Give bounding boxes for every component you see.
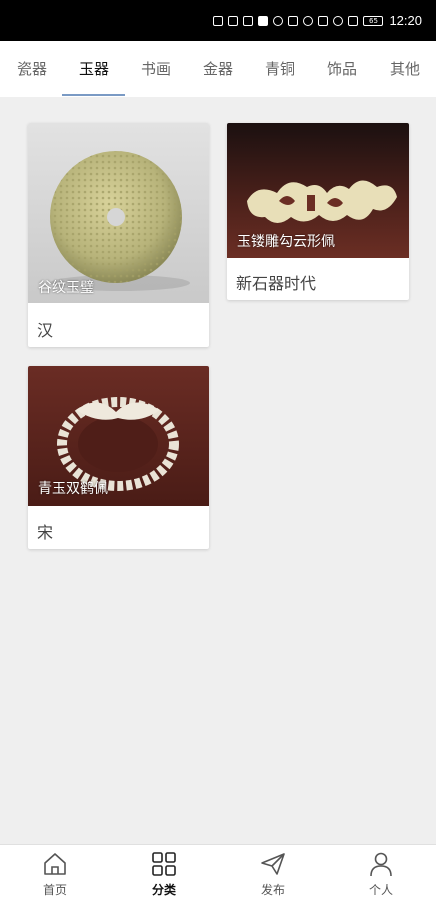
hd-icon (213, 15, 224, 26)
artifact-era: 宋 (37, 523, 54, 542)
tab-gold[interactable]: 金器 (194, 41, 242, 97)
artifact-card[interactable]: 谷纹玉璧 汉 (28, 123, 209, 347)
nav-publish[interactable]: 发布 (243, 845, 303, 900)
wifi-icon (243, 15, 254, 26)
category-grid-icon (152, 852, 176, 876)
send-icon (261, 853, 285, 875)
category-tabs: 瓷器 玉器 书画 金器 青铜 饰品 其他 (0, 41, 436, 97)
artifact-era: 新石器时代 (236, 274, 317, 293)
artifact-name: 玉镂雕勾云形佩 (237, 234, 335, 250)
nav-category[interactable]: 分类 (134, 845, 194, 900)
artifact-name: 谷纹玉璧 (38, 280, 94, 296)
nav-category-label: 分类 (151, 883, 176, 897)
tab-painting[interactable]: 书画 (132, 41, 180, 97)
key-icon (288, 15, 299, 26)
nav-profile[interactable]: 个人 (351, 845, 411, 900)
tab-ornaments[interactable]: 饰品 (318, 41, 366, 97)
artifact-name: 青玉双鹤佩 (38, 481, 108, 497)
jade-bi-disc-image: 谷纹玉璧 (28, 123, 209, 303)
nav-home-label: 首页 (42, 883, 67, 897)
signal-icon (228, 15, 239, 26)
alarm-icon (333, 15, 344, 26)
status-time: 12:20 (389, 13, 422, 28)
nfc-icon (318, 15, 329, 26)
artifact-grid: 谷纹玉璧 汉 玉镂雕勾云形佩 新石器时代 青玉双鹤佩 宋 (0, 97, 436, 844)
person-icon (370, 852, 392, 877)
artifact-card[interactable]: 玉镂雕勾云形佩 新石器时代 (227, 123, 409, 300)
active-tab-indicator (62, 94, 125, 96)
tab-jade[interactable]: 玉器 (70, 41, 118, 97)
bottom-navigation: 首页 分类 发布 个人 (0, 844, 436, 900)
message-icon (273, 15, 284, 26)
tab-ceramics[interactable]: 瓷器 (8, 41, 56, 97)
nav-profile-label: 个人 (368, 883, 393, 897)
home-icon (44, 853, 66, 875)
status-icons: 65 (213, 15, 384, 26)
artifact-era: 汉 (37, 321, 54, 340)
notification-icon (258, 15, 269, 26)
battery-icon: 65 (363, 15, 384, 26)
nav-publish-label: 发布 (260, 883, 285, 897)
jade-cloud-pendant-image: 玉镂雕勾云形佩 (227, 123, 409, 258)
tab-bronze[interactable]: 青铜 (256, 41, 304, 97)
mute-icon (348, 15, 359, 26)
nav-home[interactable]: 首页 (25, 845, 85, 900)
artifact-card[interactable]: 青玉双鹤佩 宋 (28, 366, 209, 549)
jade-double-crane-pendant-image: 青玉双鹤佩 (28, 366, 209, 506)
tab-others[interactable]: 其他 (381, 41, 429, 97)
status-bar: 65 12:20 (0, 0, 436, 41)
eye-icon (303, 15, 314, 26)
